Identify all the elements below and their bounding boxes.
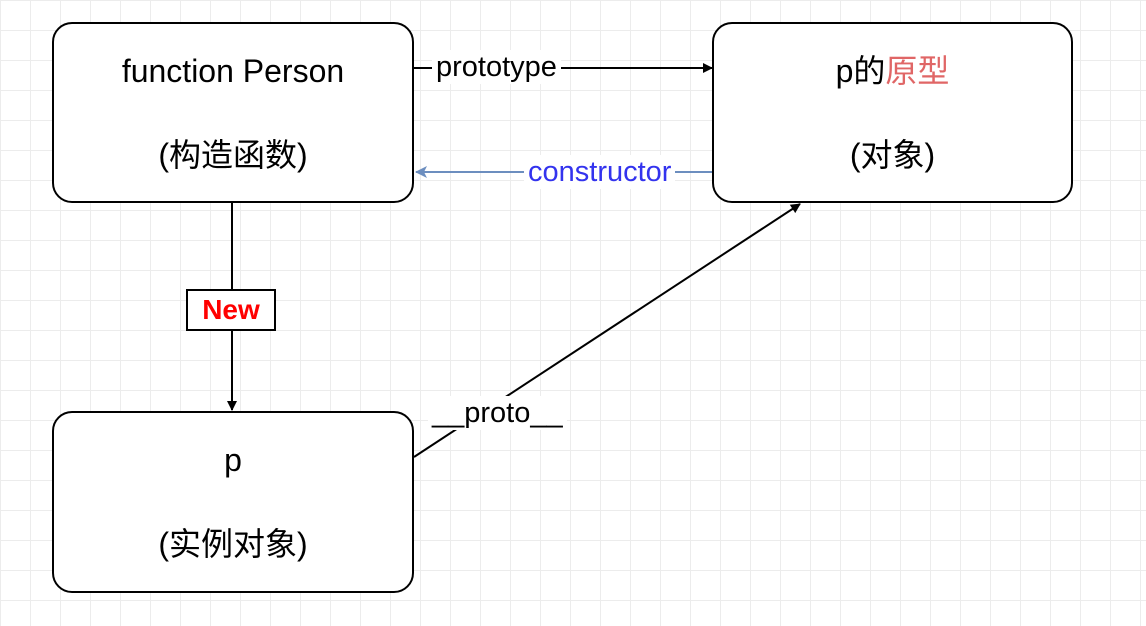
node-subtitle: (构造函数): [158, 136, 308, 173]
constructor-edge-label: constructor: [524, 155, 676, 189]
node-title-prefix: p的: [835, 52, 886, 89]
new-edge-label: New: [186, 289, 276, 331]
node-subtitle: (对象): [849, 136, 936, 173]
instance-object-node[interactable]: p (实例对象): [52, 411, 414, 593]
prototype-object-node[interactable]: p的原型 (对象): [712, 22, 1073, 203]
node-title: function Person: [121, 52, 345, 89]
node-subtitle: (实例对象): [158, 526, 308, 562]
constructor-function-node[interactable]: function Person (构造函数): [52, 22, 414, 203]
node-title: p: [224, 442, 242, 478]
node-title-accent: 原型: [885, 52, 950, 89]
node-title: p的原型: [836, 51, 950, 91]
proto-edge-label: __proto__: [428, 396, 567, 430]
prototype-edge-label: prototype: [432, 50, 561, 84]
